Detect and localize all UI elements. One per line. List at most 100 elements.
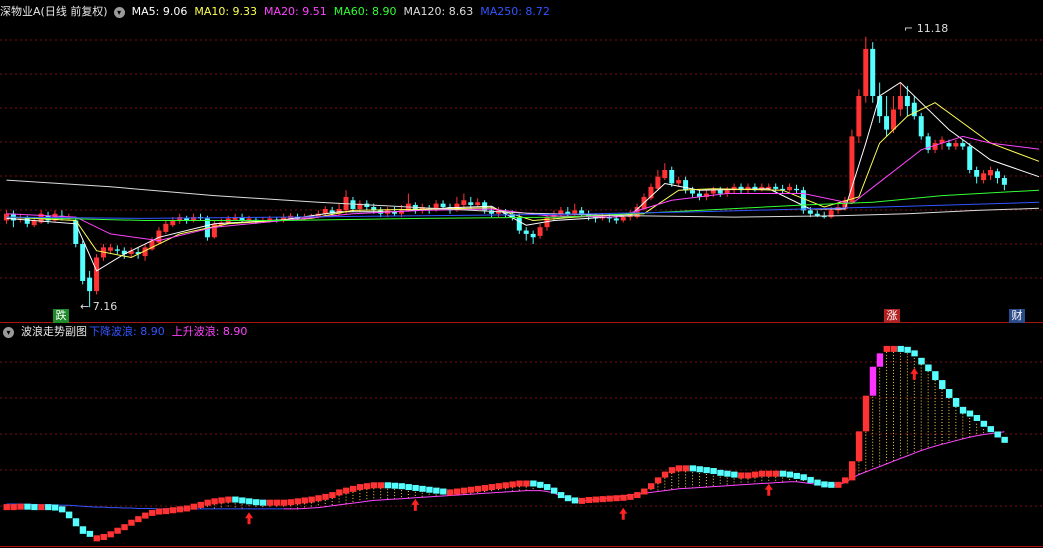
- candle-down[interactable]: [960, 143, 966, 147]
- candle-up[interactable]: [94, 257, 100, 292]
- wave-step-down: [731, 471, 738, 478]
- wave-step-up: [169, 507, 177, 514]
- wave-step-up: [211, 498, 218, 505]
- candle-down[interactable]: [918, 116, 924, 137]
- wave-step-down: [384, 482, 392, 489]
- wave-step-up: [502, 482, 509, 489]
- wave-step-up: [641, 488, 648, 495]
- candle-up[interactable]: [461, 200, 467, 205]
- wave-step-up: [495, 483, 502, 490]
- candle-down[interactable]: [814, 213, 820, 216]
- wave-step-up: [758, 470, 766, 477]
- candle-down[interactable]: [114, 249, 120, 251]
- finance-marker[interactable]: 财: [1009, 309, 1025, 323]
- wave-step-down: [412, 484, 419, 491]
- candle-up[interactable]: [662, 170, 668, 179]
- wave-step-down: [550, 487, 558, 494]
- wave-step-down: [58, 506, 66, 513]
- fall-marker[interactable]: 跌: [53, 309, 69, 323]
- candle-up[interactable]: [787, 186, 793, 191]
- candle-down[interactable]: [946, 143, 952, 147]
- wave-step-up: [481, 484, 489, 491]
- candle-up[interactable]: [475, 202, 481, 205]
- wave-step-up: [336, 489, 343, 496]
- candle-down[interactable]: [884, 116, 890, 130]
- buy-arrow-icon: [411, 498, 420, 511]
- candle-up[interactable]: [710, 190, 716, 194]
- wave-step-up: [855, 431, 863, 462]
- candle-up[interactable]: [655, 176, 661, 189]
- wave-step-down: [239, 497, 246, 504]
- high-arrow-icon: ⌐: [904, 22, 917, 35]
- candle-down[interactable]: [565, 211, 571, 214]
- wave-step-down: [65, 511, 73, 519]
- wave-step-up: [225, 496, 232, 503]
- candle-down[interactable]: [967, 146, 973, 170]
- wave-step-up: [772, 470, 780, 477]
- wave-step-up: [266, 499, 274, 506]
- candle-up[interactable]: [863, 48, 869, 96]
- candle-up[interactable]: [170, 220, 176, 226]
- candle-up[interactable]: [988, 170, 994, 176]
- wave-step-down: [973, 414, 981, 421]
- wave-step-up: [668, 467, 676, 474]
- candle-down[interactable]: [807, 210, 813, 214]
- candle-up[interactable]: [932, 143, 938, 150]
- candle-up[interactable]: [897, 96, 903, 110]
- candle-down[interactable]: [994, 171, 1000, 179]
- candle-down[interactable]: [468, 202, 474, 205]
- candle-down[interactable]: [683, 180, 689, 191]
- rise-marker[interactable]: 涨: [884, 309, 900, 323]
- candle-up[interactable]: [620, 217, 626, 221]
- candle-up[interactable]: [676, 180, 682, 184]
- wave-step-up: [634, 492, 641, 499]
- wave-step-up: [183, 505, 191, 512]
- candle-down[interactable]: [669, 170, 675, 184]
- candle-down[interactable]: [877, 96, 883, 117]
- candle-down[interactable]: [613, 218, 619, 221]
- wave-step-up: [654, 477, 662, 484]
- candle-down[interactable]: [690, 190, 696, 194]
- candle-up[interactable]: [537, 227, 543, 236]
- candle-down[interactable]: [974, 170, 980, 177]
- wave-step-down: [433, 487, 440, 494]
- candle-down[interactable]: [793, 188, 799, 191]
- candle-down[interactable]: [579, 210, 585, 214]
- wave-step-down: [259, 499, 267, 506]
- wave-step-up: [204, 499, 211, 506]
- candle-up[interactable]: [572, 210, 578, 214]
- wave-step-down: [537, 481, 544, 488]
- candle-down[interactable]: [80, 244, 86, 281]
- candle-down[interactable]: [717, 190, 723, 194]
- settings-circle-icon[interactable]: ▾: [113, 6, 125, 18]
- candle-up[interactable]: [891, 109, 897, 130]
- wave-step-down: [703, 467, 710, 474]
- candle-down[interactable]: [87, 277, 93, 292]
- ma20-label: MA20: 9.51: [264, 5, 327, 18]
- wave-step-down: [952, 397, 960, 407]
- candle-down[interactable]: [1001, 178, 1007, 185]
- candle-up[interactable]: [107, 247, 113, 251]
- candle-up[interactable]: [953, 143, 959, 147]
- wave-step-down: [897, 345, 904, 352]
- candle-down[interactable]: [870, 48, 876, 96]
- wave-step-up: [447, 489, 454, 496]
- candle-down[interactable]: [530, 233, 536, 238]
- settings-circle-icon[interactable]: ▾: [3, 326, 14, 338]
- candle-down[interactable]: [773, 186, 779, 189]
- wave-step-down: [426, 486, 433, 493]
- candle-up[interactable]: [163, 223, 169, 232]
- wave-step-down: [717, 469, 724, 476]
- candle-up[interactable]: [558, 210, 564, 214]
- wave-step-down: [405, 484, 412, 491]
- wave-step-up: [751, 471, 759, 478]
- candle-down[interactable]: [523, 230, 529, 234]
- candle-down[interactable]: [904, 96, 910, 107]
- candle-down[interactable]: [440, 203, 446, 207]
- up-wave-label: 上升波浪: 8.90: [171, 325, 248, 338]
- candle-up[interactable]: [981, 173, 987, 181]
- candle-up[interactable]: [856, 96, 862, 137]
- candle-down[interactable]: [516, 217, 522, 231]
- wave-step-up: [467, 486, 475, 493]
- wave-step-down: [1001, 436, 1008, 443]
